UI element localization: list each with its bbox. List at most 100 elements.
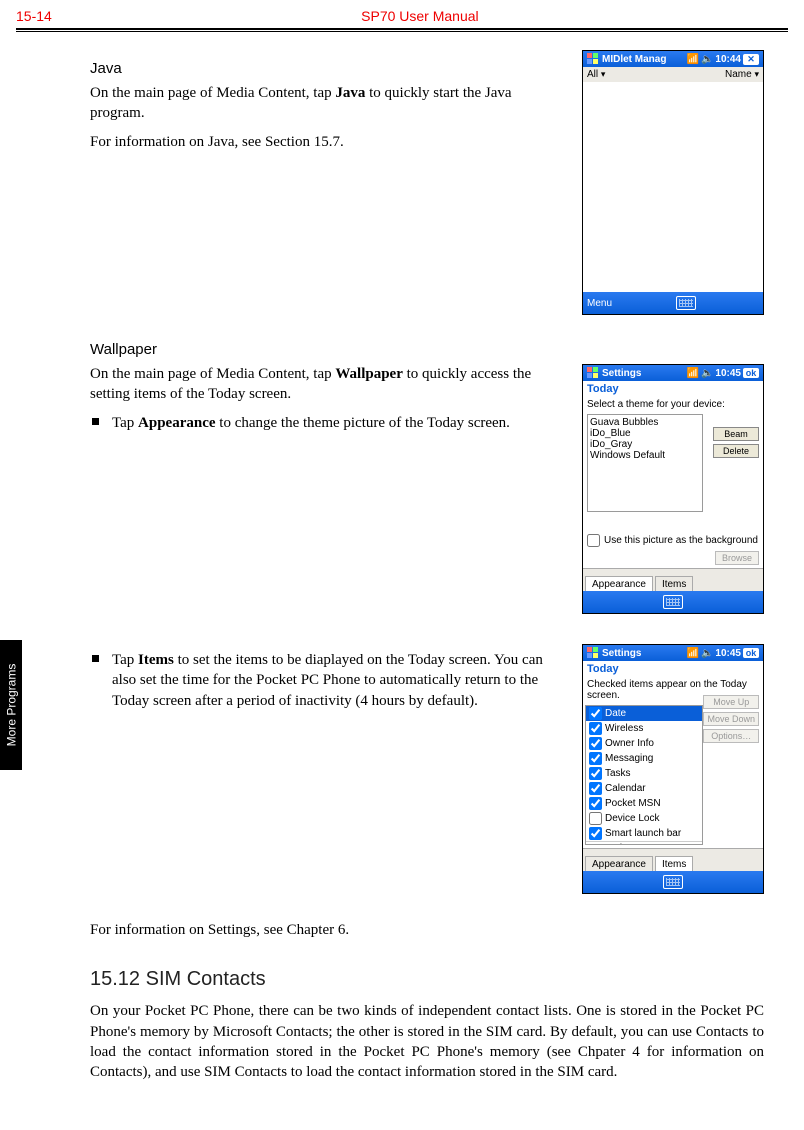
- keyboard-icon[interactable]: [676, 296, 696, 310]
- list-item[interactable]: Owner Info: [586, 736, 702, 751]
- ok-button[interactable]: ok: [743, 648, 759, 658]
- page-header: 15-14 SP70 User Manual: [0, 0, 804, 28]
- time-display: 10:45: [715, 368, 741, 379]
- titlebar: Settings 📶 🔈 10:45 ok: [583, 645, 763, 661]
- midlet-body: [583, 82, 763, 292]
- header-rule-thick: [16, 28, 788, 30]
- list-item[interactable]: Wireless: [586, 721, 702, 736]
- wallpaper-bullets-2: Tap Items to set the items to be diaplay…: [90, 650, 564, 711]
- wallpaper-bullet-items: Tap Items to set the items to be diaplay…: [90, 650, 564, 711]
- settings-body: Today Checked items appear on the Today …: [583, 661, 763, 871]
- options-button: Options…: [703, 729, 759, 743]
- signal-icon: 📶: [687, 54, 699, 65]
- speaker-icon: 🔈: [701, 54, 713, 65]
- wallpaper-bullet-appearance: Tap Appearance to change the theme pictu…: [90, 413, 564, 433]
- item-label: Messaging: [605, 753, 653, 764]
- item-checkbox[interactable]: [589, 812, 602, 825]
- window-title: Settings: [602, 368, 684, 379]
- timeout-label: Today timeout:: [606, 843, 655, 845]
- browse-button: Browse: [715, 551, 759, 565]
- tabs: Appearance Items: [583, 848, 763, 871]
- settings-body: Today Select a theme for your device: Gu…: [583, 381, 763, 591]
- list-item[interactable]: Date: [586, 706, 702, 721]
- filter-all[interactable]: All ▾: [587, 69, 605, 80]
- item-checkbox[interactable]: [589, 767, 602, 780]
- chevron-down-icon: ▾: [601, 69, 606, 79]
- chevron-down-icon: ▾: [754, 69, 759, 79]
- wallpaper-bullets-1: Tap Appearance to change the theme pictu…: [90, 413, 564, 433]
- page: 15-14 SP70 User Manual More Programs Jav…: [0, 0, 804, 1130]
- item-checkbox[interactable]: [589, 752, 602, 765]
- header-rule-thin: [16, 31, 788, 32]
- wallpaper-closing: For information on Settings, see Chapter…: [90, 920, 764, 940]
- today-heading: Today: [583, 661, 763, 677]
- theme-item[interactable]: Guava Bubbles: [590, 417, 700, 428]
- wallpaper-text-2: Tap Items to set the items to be diaplay…: [90, 644, 564, 717]
- list-item[interactable]: Device Lock: [586, 811, 702, 826]
- delete-button[interactable]: Delete: [713, 444, 759, 458]
- items-list[interactable]: Date WirelessOwner Info Messaging Tasks Cale…: [585, 705, 703, 845]
- move-down-button: Move Down: [703, 712, 759, 726]
- keyboard-icon[interactable]: [663, 875, 683, 889]
- theme-item[interactable]: iDo_Blue: [590, 428, 700, 439]
- theme-item[interactable]: Windows Default: [590, 450, 700, 461]
- footer-bar: [583, 591, 763, 613]
- tab-appearance[interactable]: Appearance: [585, 856, 653, 871]
- use-picture-checkbox[interactable]: [587, 534, 600, 547]
- java-title: Java: [90, 60, 564, 77]
- sim-contacts-heading: 15.12 SIM Contacts: [90, 968, 764, 991]
- item-checkbox[interactable]: [589, 797, 602, 810]
- item-checkbox[interactable]: [589, 722, 602, 735]
- page-number: 15-14: [16, 8, 52, 24]
- sort-name[interactable]: Name ▾: [725, 69, 759, 80]
- java-para-2: For information on Java, see Section 15.…: [90, 132, 564, 152]
- wallpaper-intro: On the main page of Media Content, tap W…: [90, 364, 564, 405]
- item-checkbox[interactable]: [589, 782, 602, 795]
- list-item[interactable]: Tasks: [586, 766, 702, 781]
- settings-items-window: Settings 📶 🔈 10:45 ok Today Checked item…: [582, 644, 764, 894]
- item-checkbox[interactable]: [589, 737, 602, 750]
- footer-bar: [583, 871, 763, 893]
- item-label: Pocket MSN: [605, 798, 661, 809]
- manual-title: SP70 User Manual: [52, 8, 788, 24]
- tab-appearance[interactable]: Appearance: [585, 576, 653, 591]
- today-heading: Today: [583, 381, 763, 397]
- window-title: MIDlet Manag: [602, 54, 684, 65]
- tab-items[interactable]: Items: [655, 576, 693, 591]
- speaker-icon: 🔈: [701, 648, 713, 659]
- titlebar-right: 📶 🔈 10:45 ok: [687, 368, 759, 379]
- menu-button[interactable]: Menu: [587, 298, 612, 309]
- settings-appearance-window: Settings 📶 🔈 10:45 ok Today Select a the…: [582, 364, 764, 614]
- beam-button[interactable]: Beam: [713, 427, 759, 441]
- use-picture-row: Use this picture as the background: [587, 534, 759, 547]
- keyboard-icon[interactable]: [663, 595, 683, 609]
- list-item[interactable]: Smart launch bar: [586, 826, 702, 841]
- tab-items[interactable]: Items: [655, 856, 693, 871]
- wallpaper-items-row: Tap Items to set the items to be diaplay…: [90, 644, 764, 894]
- theme-list[interactable]: Guava Bubbles iDo_Blue iDo_Gray Windows …: [587, 414, 703, 512]
- list-item[interactable]: Pocket MSN: [586, 796, 702, 811]
- list-item[interactable]: Calendar: [586, 781, 702, 796]
- item-label: Date: [605, 708, 626, 719]
- java-section: Java On the main page of Media Content, …: [90, 50, 764, 315]
- item-checkbox[interactable]: [589, 827, 602, 840]
- titlebar: Settings 📶 🔈 10:45 ok: [583, 365, 763, 381]
- item-label: Calendar: [605, 783, 646, 794]
- close-button[interactable]: ✕: [743, 54, 759, 65]
- today-timeout-row: Today timeout:4 hr: [586, 841, 702, 845]
- ok-button[interactable]: ok: [743, 368, 759, 378]
- item-label: Smart launch bar: [605, 828, 681, 839]
- item-label: Device Lock: [605, 813, 659, 824]
- java-text: Java On the main page of Media Content, …: [90, 50, 564, 160]
- titlebar: MIDlet Manag 📶 🔈 10:44 ✕: [583, 51, 763, 67]
- java-para-1: On the main page of Media Content, tap J…: [90, 83, 564, 124]
- list-item[interactable]: Messaging: [586, 751, 702, 766]
- titlebar-right: 📶 🔈 10:44 ✕: [687, 54, 759, 65]
- window-title: Settings: [602, 648, 684, 659]
- move-up-button: Move Up: [703, 695, 759, 709]
- select-theme-hint: Select a theme for your device:: [583, 397, 763, 412]
- theme-item[interactable]: iDo_Gray: [590, 439, 700, 450]
- subbar: All ▾ Name ▾: [583, 67, 763, 82]
- item-checkbox[interactable]: [589, 707, 602, 720]
- start-icon: [587, 647, 599, 659]
